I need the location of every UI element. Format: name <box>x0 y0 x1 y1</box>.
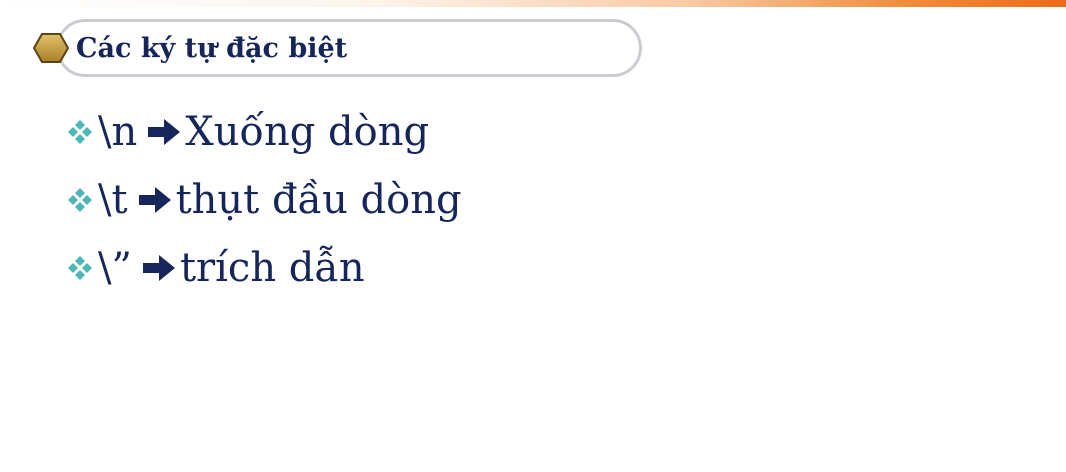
hexagon-icon <box>33 33 69 63</box>
right-arrow-icon <box>148 119 181 145</box>
four-diamond-icon <box>68 188 92 212</box>
escape-code: \t <box>98 177 128 223</box>
four-diamond-icon <box>68 120 92 144</box>
escape-code: \n <box>98 109 138 155</box>
four-diamond-icon <box>68 256 92 280</box>
slide-title: Các ký tự đặc biệt <box>76 33 348 64</box>
list-item: \t thụt đầu dòng <box>66 166 462 234</box>
escape-code: \” <box>98 245 132 291</box>
list-item: \n Xuống dòng <box>66 98 462 166</box>
top-accent-bar <box>0 0 1066 7</box>
bullet-list: \n Xuống dòng \t thụt đầu dòng \” trích … <box>66 98 462 302</box>
list-item: \” trích dẫn <box>66 234 462 302</box>
escape-description: thụt đầu dòng <box>175 177 462 223</box>
right-arrow-icon <box>142 255 175 281</box>
escape-description: trích dẫn <box>179 245 365 291</box>
escape-description: Xuống dòng <box>185 109 430 155</box>
right-arrow-icon <box>138 187 171 213</box>
